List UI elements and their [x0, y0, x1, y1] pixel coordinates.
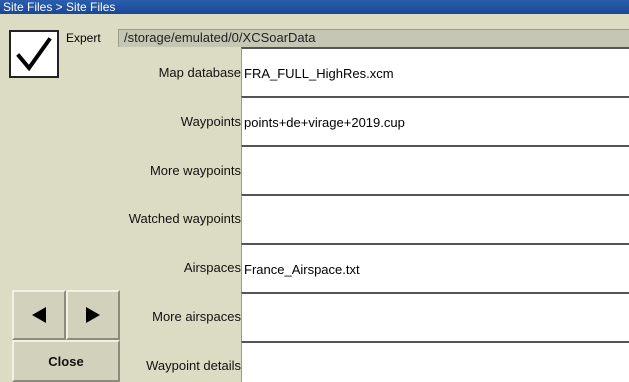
more-waypoints-label: More waypoints: [149, 163, 241, 178]
map-database-field[interactable]: FRA_FULL_HighRes.xcm: [241, 47, 629, 96]
site-files-dialog: Site Files > Site Files Expert /storage/…: [0, 0, 629, 382]
window-title: Site Files > Site Files: [3, 0, 116, 14]
more-airspaces-field[interactable]: [241, 292, 629, 341]
airspaces-label: Airspaces: [183, 260, 241, 275]
more-airspaces-label: More airspaces: [152, 309, 241, 324]
next-button[interactable]: [66, 290, 120, 340]
waypoint-details-field[interactable]: [241, 341, 629, 382]
checkmark-icon: [16, 37, 52, 72]
data-path: /storage/emulated/0/XCSoarData: [118, 29, 629, 47]
title-bar: Site Files > Site Files: [0, 0, 629, 14]
close-button[interactable]: Close: [12, 340, 120, 382]
close-button-label: Close: [48, 353, 84, 369]
watched-waypoints-label: Watched waypoints: [128, 211, 241, 226]
expert-checkbox[interactable]: [9, 30, 59, 78]
waypoint-details-label: Waypoint details: [146, 358, 241, 373]
more-waypoints-field[interactable]: [241, 145, 629, 194]
waypoints-label: Waypoints: [180, 114, 241, 129]
arrow-right-icon: [86, 307, 100, 323]
map-database-label: Map database: [158, 65, 241, 80]
arrow-left-icon: [32, 307, 46, 323]
airspaces-field[interactable]: France_Airspace.txt: [241, 243, 629, 292]
expert-label: Expert: [66, 31, 101, 45]
watched-waypoints-field[interactable]: [241, 194, 629, 243]
waypoints-field[interactable]: points+de+virage+2019.cup: [241, 96, 629, 145]
previous-button[interactable]: [12, 290, 66, 340]
